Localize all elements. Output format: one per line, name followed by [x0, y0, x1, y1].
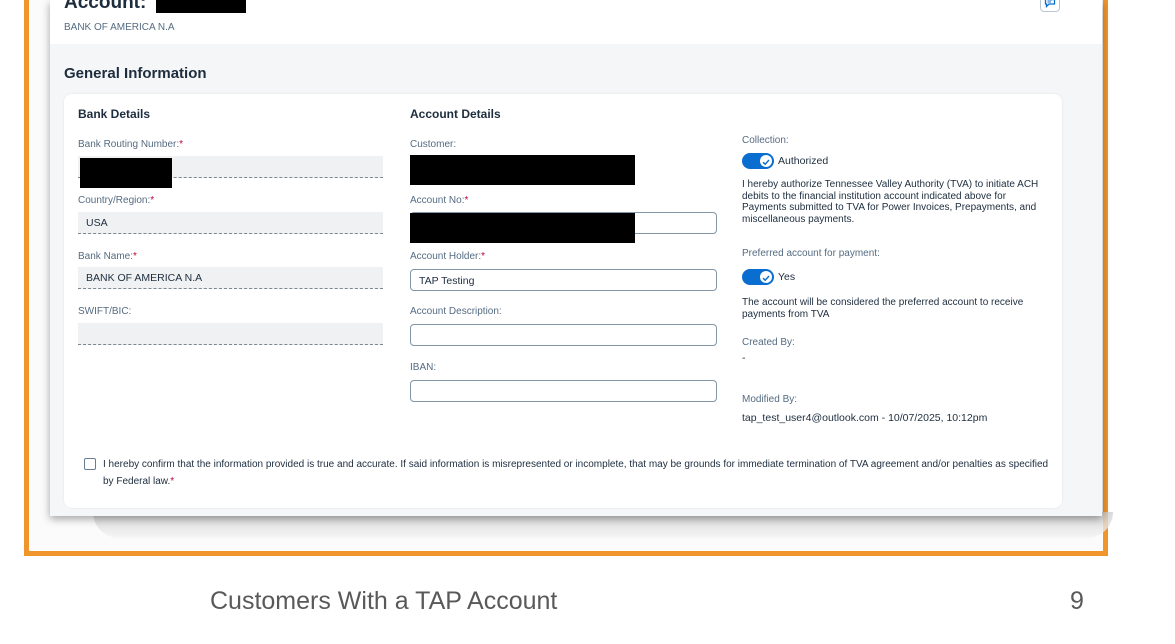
redacted-customer: [410, 155, 635, 185]
bank-name-label: Bank Name:*: [78, 251, 137, 262]
confirm-checkbox[interactable]: [84, 458, 96, 470]
redacted-account-number: [156, 0, 246, 13]
collection-toggle[interactable]: [742, 153, 774, 169]
iban-input[interactable]: [410, 380, 717, 402]
section-title: General Information: [64, 65, 207, 82]
account-no-label: Account No:*: [410, 195, 469, 206]
content-area: General Information Bank Details Bank Ro…: [50, 44, 1102, 516]
slide-frame: Account: BANK OF AMERICA N.A General Inf…: [24, 0, 1113, 556]
collection-authorization-text: I hereby authorize Tennessee Valley Auth…: [742, 179, 1039, 225]
collection-label: Collection:: [742, 135, 789, 146]
redacted-routing-number: [80, 158, 172, 188]
page-number: 9: [1070, 587, 1084, 615]
preferred-account-text: The account will be considered the prefe…: [742, 297, 1024, 320]
country-label: Country/Region:*: [78, 195, 155, 206]
preferred-toggle-label: Yes: [778, 271, 796, 283]
slide-caption: Customers With a TAP Account: [210, 587, 558, 615]
swift-field[interactable]: [78, 323, 383, 345]
created-by-label: Created By:: [742, 337, 795, 348]
account-subtitle: BANK OF AMERICA N.A: [64, 22, 175, 33]
account-app-window: Account: BANK OF AMERICA N.A General Inf…: [50, 0, 1102, 516]
account-title: Account:: [64, 0, 147, 13]
account-holder-label: Account Holder:*: [410, 251, 486, 262]
created-by-value: -: [742, 352, 746, 364]
general-information-card: Bank Details Bank Routing Number:* Count…: [64, 94, 1062, 508]
toggle-knob: [760, 155, 772, 167]
swift-label: SWIFT/BIC:: [78, 306, 132, 317]
redacted-account-no: [410, 213, 635, 243]
preferred-label: Preferred account for payment:: [742, 248, 880, 259]
modified-by-label: Modified By:: [742, 394, 798, 405]
routing-number-label: Bank Routing Number:*: [78, 139, 184, 150]
iban-label: IBAN:: [410, 362, 437, 373]
feedback-icon[interactable]: [1040, 0, 1060, 12]
account-details-title: Account Details: [410, 107, 501, 121]
account-description-label: Account Description:: [410, 306, 502, 317]
bank-details-title: Bank Details: [78, 107, 151, 121]
collection-toggle-label: Authorized: [778, 155, 829, 167]
account-holder-input[interactable]: TAP Testing: [410, 269, 717, 291]
bank-name-field[interactable]: BANK OF AMERICA N.A: [78, 267, 383, 289]
modified-by-value: tap_test_user4@outlook.com - 10/07/2025,…: [742, 412, 988, 424]
country-field[interactable]: USA: [78, 212, 383, 234]
preferred-toggle[interactable]: [742, 269, 774, 285]
confirmation-text: I hereby confirm that the information pr…: [103, 459, 1049, 487]
object-header: Account: BANK OF AMERICA N.A: [50, 0, 1102, 44]
toggle-knob: [760, 271, 772, 283]
customer-label: Customer:: [410, 139, 457, 150]
account-description-input[interactable]: [410, 324, 717, 346]
